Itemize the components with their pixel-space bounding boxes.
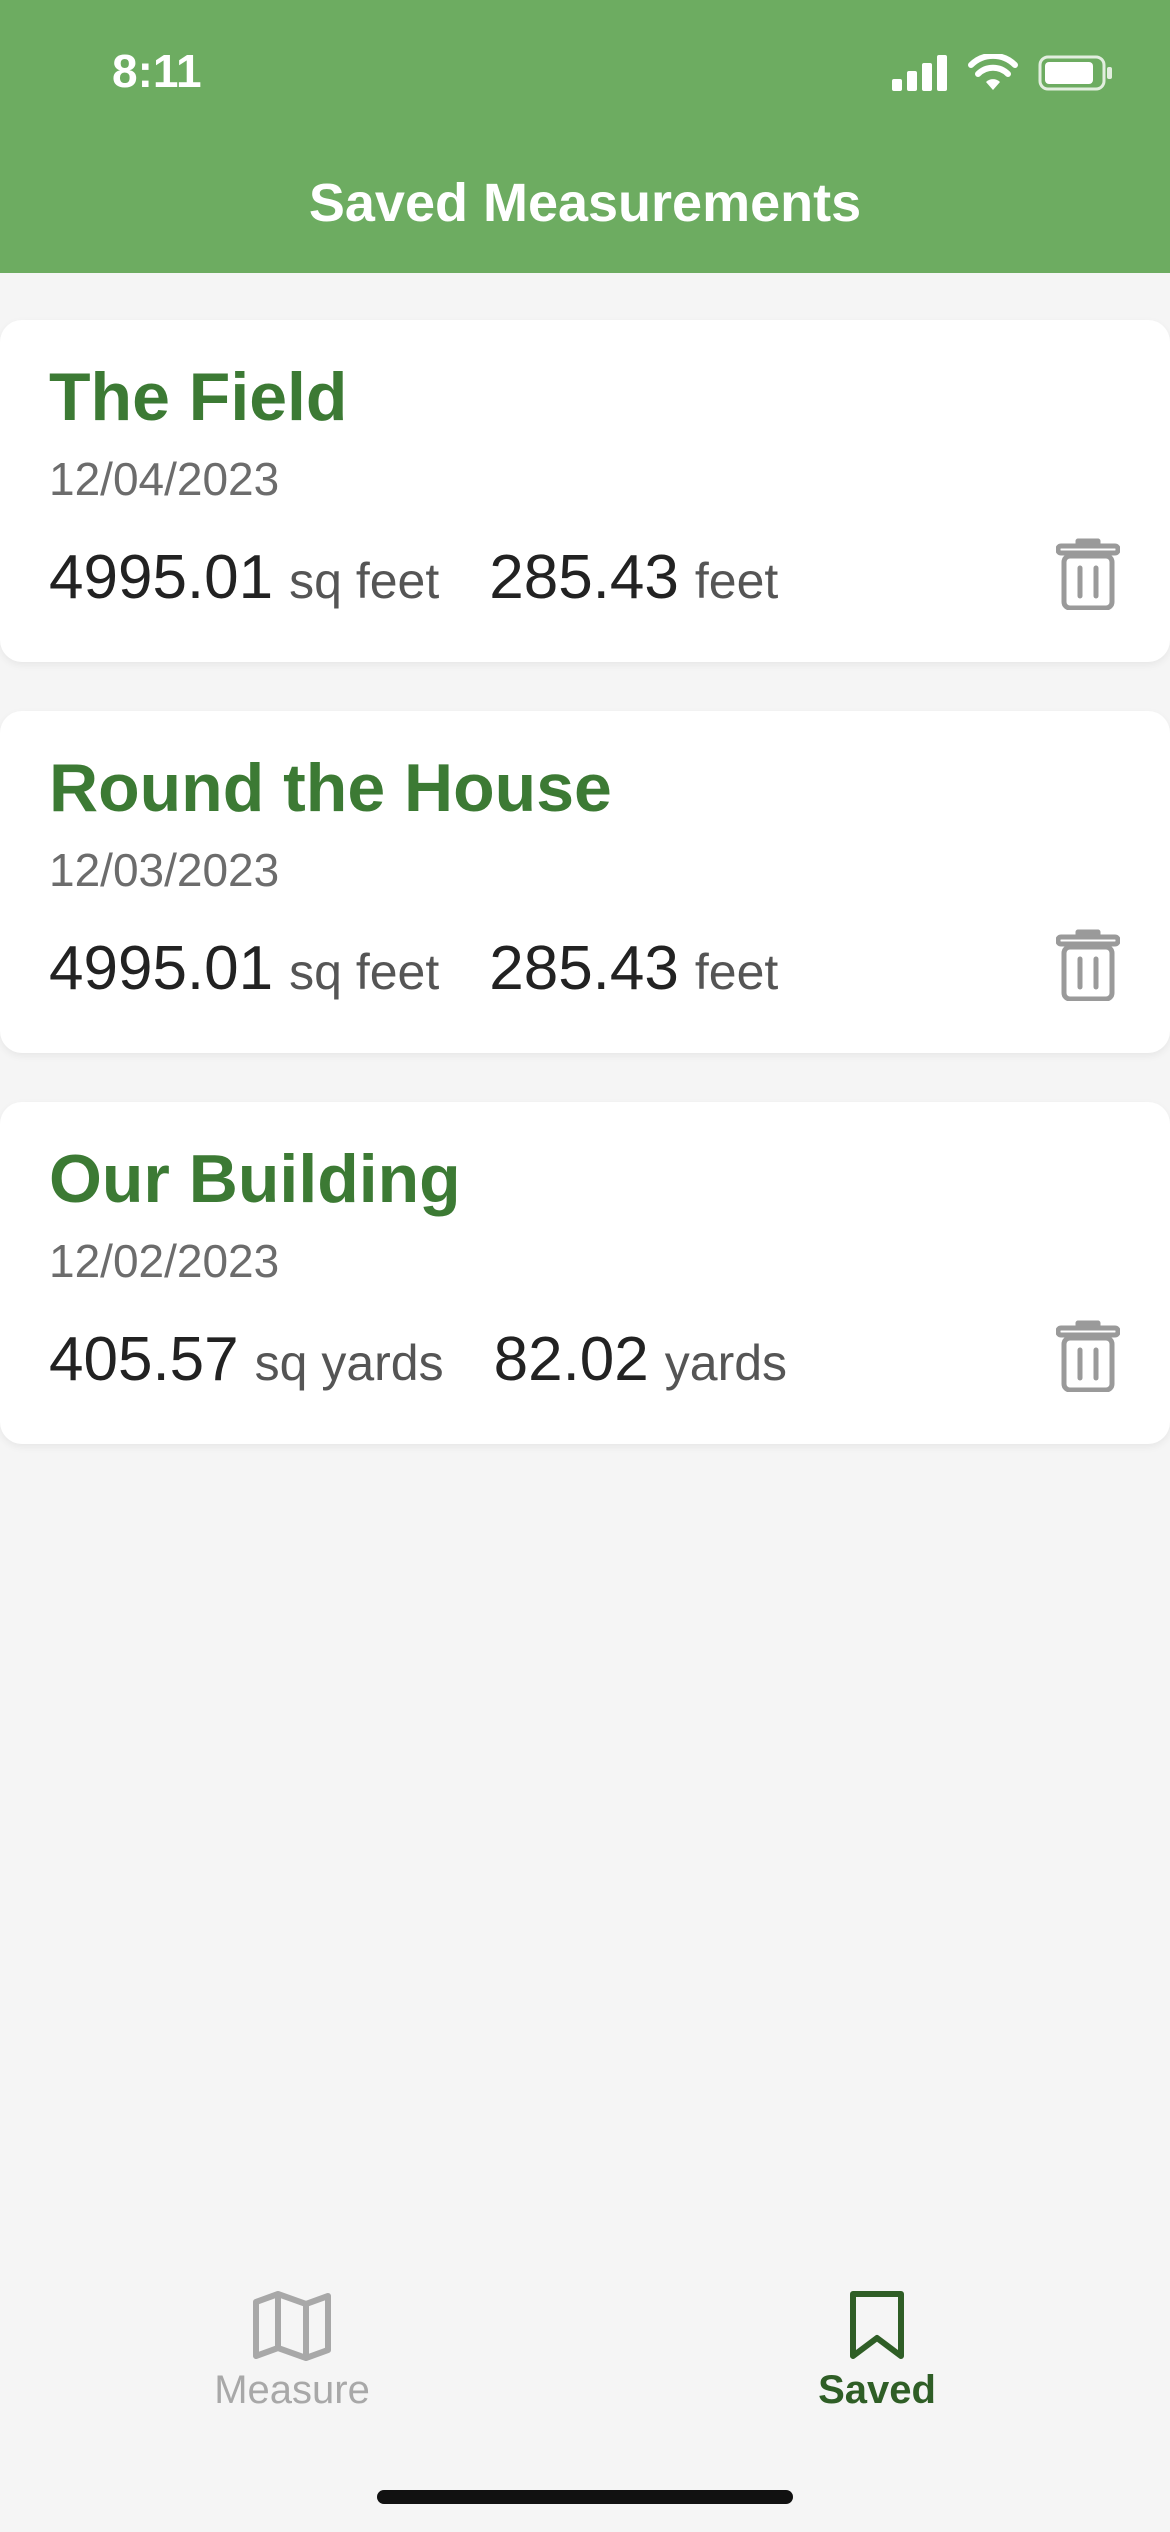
tab-label: Measure [214,2368,370,2412]
map-icon [253,2291,331,2361]
area-unit: sq feet [289,944,440,1000]
perimeter-value: 82.02 [493,1325,649,1394]
status-time: 8:11 [112,45,202,97]
battery-icon [1038,55,1112,91]
trash-icon[interactable] [1056,538,1120,610]
measurement-card[interactable]: Round the House 12/03/2023 4995.01 sq fe… [0,711,1170,1053]
area-unit: sq feet [289,553,440,609]
measurement-name: Round the House [49,750,612,826]
measurement-stats: 4995.01 sq feet 285.43 feet [49,933,778,1004]
area-value: 4995.01 [49,934,274,1003]
measurement-card[interactable]: The Field 12/04/2023 4995.01 sq feet 285… [0,320,1170,662]
saved-measurements-screen: 8:11 Saved Measurements The Field 12/04/… [0,0,1170,2532]
perimeter-unit: yards [664,1335,788,1391]
tab-label: Saved [818,2368,936,2412]
trash-icon[interactable] [1056,1320,1120,1392]
status-icons [892,54,1114,92]
perimeter-value: 285.43 [489,934,679,1003]
page-title: Saved Measurements [308,173,862,233]
home-indicator [377,2490,793,2504]
cellular-signal-icon [892,55,947,91]
measurement-name: Our Building [49,1141,461,1217]
trash-icon[interactable] [1056,929,1120,1001]
wifi-icon [968,54,1018,90]
tab-saved[interactable]: Saved [757,2290,997,2413]
measurement-list: The Field 12/04/2023 4995.01 sq feet 285… [0,320,1170,1493]
measurement-stats: 405.57 sq yards 82.02 yards [49,1324,787,1395]
area-value: 405.57 [49,1325,239,1394]
measurement-card[interactable]: Our Building 12/02/2023 405.57 sq yards … [0,1102,1170,1444]
header: 8:11 Saved Measurements [0,0,1170,273]
area-value: 4995.01 [49,543,274,612]
bookmark-icon [850,2291,904,2359]
measurement-date: 12/04/2023 [49,453,280,505]
area-unit: sq yards [254,1335,444,1391]
perimeter-unit: feet [694,944,779,1000]
tab-measure[interactable]: Measure [172,2290,412,2413]
perimeter-value: 285.43 [489,543,679,612]
measurement-date: 12/02/2023 [49,1235,280,1287]
measurement-date: 12/03/2023 [49,844,280,896]
measurement-name: The Field [49,359,348,435]
perimeter-unit: feet [694,553,779,609]
measurement-stats: 4995.01 sq feet 285.43 feet [49,542,778,613]
